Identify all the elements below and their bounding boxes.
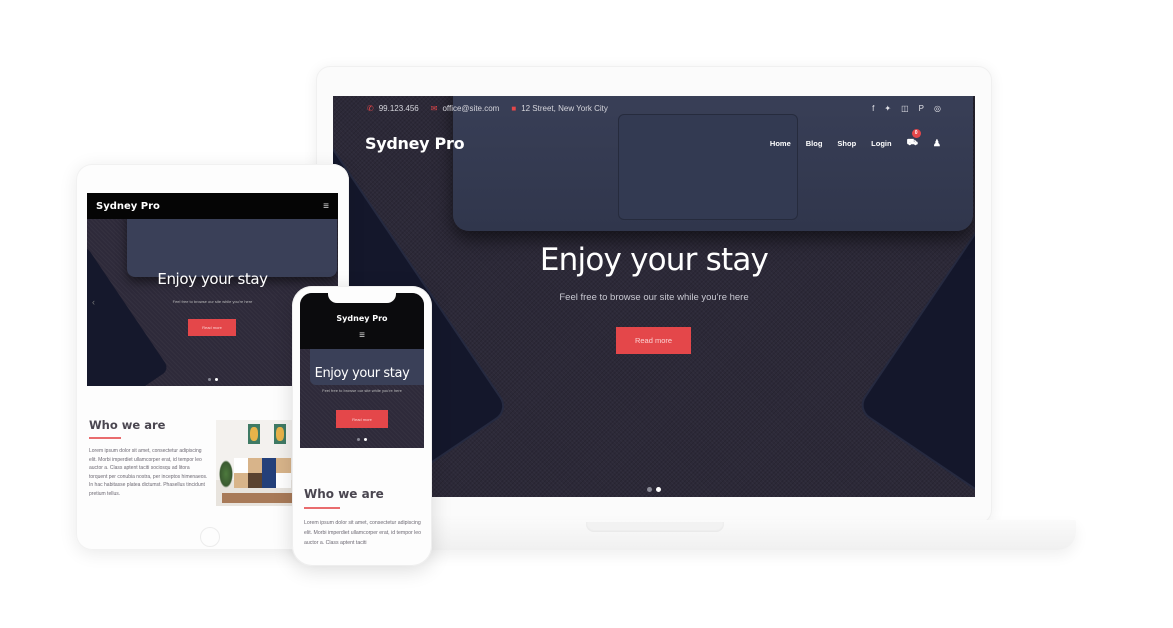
contact-phone[interactable]: ✆ 99.123.456 — [367, 104, 419, 113]
laptop-notch — [586, 522, 724, 532]
contact-address: ■ 12 Street, New York City — [511, 104, 608, 113]
pinterest-icon[interactable]: P — [919, 104, 924, 113]
title-underline — [89, 437, 121, 439]
slider-dot-active[interactable] — [364, 438, 367, 441]
map-marker-icon: ■ — [511, 103, 517, 113]
envelope-icon: ✉ — [430, 103, 438, 113]
phone-number: 99.123.456 — [378, 103, 419, 113]
nav-item-login[interactable]: Login — [871, 139, 891, 148]
hero-title: Enjoy your stay — [157, 270, 268, 288]
slider-dot-active[interactable] — [656, 487, 661, 492]
about-image — [216, 420, 292, 506]
slider-dot-active[interactable] — [215, 378, 218, 381]
phone-notch — [328, 293, 396, 303]
slider-dot[interactable] — [208, 378, 211, 381]
cart-count-badge: 0 — [911, 129, 921, 138]
contact-email[interactable]: ✉ office@site.com — [431, 104, 500, 113]
wall-art — [248, 424, 260, 444]
cabinet — [234, 458, 291, 488]
nav-item-home[interactable]: Home — [770, 139, 791, 148]
slider-dot[interactable] — [357, 438, 360, 441]
main-navbar: Sydney Pro Home Blog Shop Login ⛟ 0 ♟ — [333, 129, 975, 156]
hero-subtitle: Feel free to browse our site while you'r… — [322, 388, 402, 393]
title-underline — [304, 507, 340, 509]
cart-button[interactable]: ⛟ 0 — [906, 129, 921, 149]
read-more-button[interactable]: Read more — [616, 327, 691, 354]
nav-item-blog[interactable]: Blog — [806, 139, 823, 148]
site-logo[interactable]: Sydney Pro — [96, 201, 160, 212]
nav-item-shop[interactable]: Shop — [837, 139, 856, 148]
facebook-icon[interactable]: f — [872, 104, 874, 113]
rug — [222, 493, 292, 503]
phone-screen: Sydney Pro ≡ Enjoy your stay Feel free t… — [300, 293, 424, 448]
about-text: Lorem ipsum dolor sit amet, consectetur … — [304, 520, 422, 547]
hamburger-menu-icon[interactable]: ≡ — [323, 201, 329, 212]
about-title: Who we are — [89, 418, 166, 432]
about-title: Who we are — [304, 487, 384, 501]
slider-dot[interactable] — [647, 487, 652, 492]
tablet-home-button — [200, 527, 220, 547]
slider-dots — [357, 438, 367, 441]
slider-dots — [208, 378, 218, 381]
phone-navbar: Sydney Pro ≡ — [300, 293, 424, 349]
about-section: Who we are Lorem ipsum dolor sit amet, c… — [304, 487, 422, 549]
wall-art — [274, 424, 286, 444]
read-more-button[interactable]: Read more — [188, 319, 236, 336]
hero-title: Enjoy your stay — [539, 242, 769, 278]
phone-icon: ✆ — [367, 103, 374, 113]
contact-topbar: ✆ 99.123.456 ✉ office@site.com ■ 12 Stre… — [333, 96, 975, 120]
about-section: Who we are Lorem ipsum dolor sit amet, c… — [89, 418, 209, 499]
about-text: Lorem ipsum dolor sit amet, consectetur … — [89, 448, 208, 497]
tablet-navbar: Sydney Pro ≡ — [87, 193, 338, 219]
address-text: 12 Street, New York City — [521, 103, 608, 113]
social-links: f ✦ ◫ P ◎ — [872, 104, 941, 113]
user-icon[interactable]: ♟ — [933, 138, 941, 149]
slider-dots — [647, 487, 661, 492]
twitter-icon[interactable]: ✦ — [884, 104, 891, 113]
read-more-button[interactable]: Read more — [336, 410, 388, 428]
cart-icon: ⛟ — [906, 137, 918, 147]
site-logo[interactable]: Sydney Pro — [365, 134, 465, 153]
nav-menu: Home Blog Shop Login ⛟ 0 ♟ — [770, 129, 941, 149]
hamburger-menu-icon[interactable]: ≡ — [300, 330, 424, 341]
instagram-icon[interactable]: ◫ — [901, 104, 909, 113]
email-address: office@site.com — [442, 103, 500, 113]
dribbble-icon[interactable]: ◎ — [934, 104, 941, 113]
site-logo[interactable]: Sydney Pro — [300, 314, 424, 323]
hero-title: Enjoy your stay — [314, 366, 410, 381]
plant — [219, 460, 233, 488]
